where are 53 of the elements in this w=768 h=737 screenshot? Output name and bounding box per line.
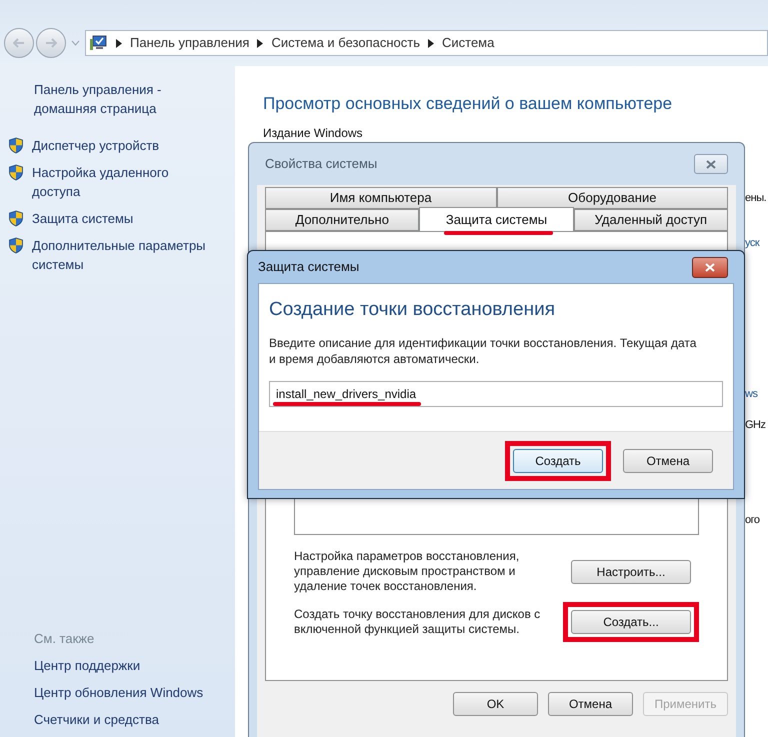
chevron-icon [116, 38, 122, 48]
breadcrumb[interactable]: Панель управления [130, 33, 250, 53]
shield-icon [8, 237, 24, 254]
computer-icon [90, 35, 108, 51]
dialog-button[interactable]: OK [453, 692, 538, 716]
sidebar-link[interactable]: Счетчики и средства [8, 710, 225, 729]
info-text: GHz [745, 418, 766, 433]
window-title: Защита системы [258, 258, 360, 276]
description-text: Создать точку восстановления для дисков с включенной функцией защиты системы. [294, 607, 542, 637]
section-label: Издание Windows [263, 126, 364, 140]
description-text: Введите описание для идентификации точки восстановления. Текущая дата и время добавляются автоматически. [269, 334, 698, 366]
shield-icon [8, 210, 24, 227]
back-button[interactable] [4, 28, 34, 58]
dialog-heading: Создание точки восстановления [269, 298, 556, 322]
shield-icon [8, 164, 24, 181]
sidebar-link[interactable]: Защита системы [32, 209, 134, 228]
close-icon [705, 262, 715, 272]
section-label: См. также [33, 630, 96, 648]
action-button[interactable]: Настроить... [571, 560, 691, 584]
description-field[interactable]: install_new_drivers_nvidia [269, 380, 723, 406]
breadcrumb[interactable]: Система [442, 33, 494, 53]
sidebar-link[interactable]: Панель управления - домашняя страница [8, 80, 225, 118]
link[interactable]: уск [745, 235, 760, 252]
sidebar-link[interactable]: Центр обновления Windows [8, 683, 225, 702]
forward-arrow-icon [45, 38, 57, 48]
forward-button[interactable] [36, 28, 66, 58]
description-text: Настройка параметров восстановления, управление дисковым пространством и удаление точек восстановления. [294, 549, 520, 594]
dialog-button[interactable]: Создать [513, 448, 603, 472]
sidebar-link[interactable]: Диспетчер устройств [32, 136, 160, 155]
tab[interactable]: Имя компьютера [265, 187, 496, 209]
sidebar-link[interactable]: Центр поддержки [8, 656, 225, 675]
dropdown-caret-icon[interactable] [71, 40, 80, 46]
shield-icon [8, 137, 24, 154]
dialog-button[interactable]: Отмена [548, 692, 633, 716]
breadcrumb[interactable]: Система и безопасность [271, 33, 420, 53]
link[interactable]: ws [745, 386, 758, 402]
close-button[interactable] [692, 256, 728, 278]
dialog-button[interactable]: Отмена [623, 448, 713, 472]
info-text: ены. [745, 191, 766, 206]
chevron-icon [428, 38, 434, 48]
chevron-icon [257, 38, 264, 48]
back-arrow-icon [13, 38, 25, 48]
close-icon [706, 160, 716, 168]
tab[interactable]: Оборудование [496, 187, 728, 209]
address-bar[interactable]: Панель управления Система и безопасность Система [85, 30, 768, 56]
sidebar-link[interactable]: Дополнительные параметры системы [32, 236, 207, 274]
window-title: Свойства системы [265, 155, 378, 174]
action-button[interactable]: Создать... [571, 610, 691, 634]
info-text: ого [745, 513, 760, 528]
sidebar-link[interactable]: Настройка удаленного доступа [32, 163, 207, 201]
tab[interactable]: Удаленный доступ [574, 209, 728, 231]
tab[interactable]: Дополнительно [265, 209, 420, 231]
page-heading: Просмотр основных сведений о вашем компьютере [263, 93, 674, 115]
